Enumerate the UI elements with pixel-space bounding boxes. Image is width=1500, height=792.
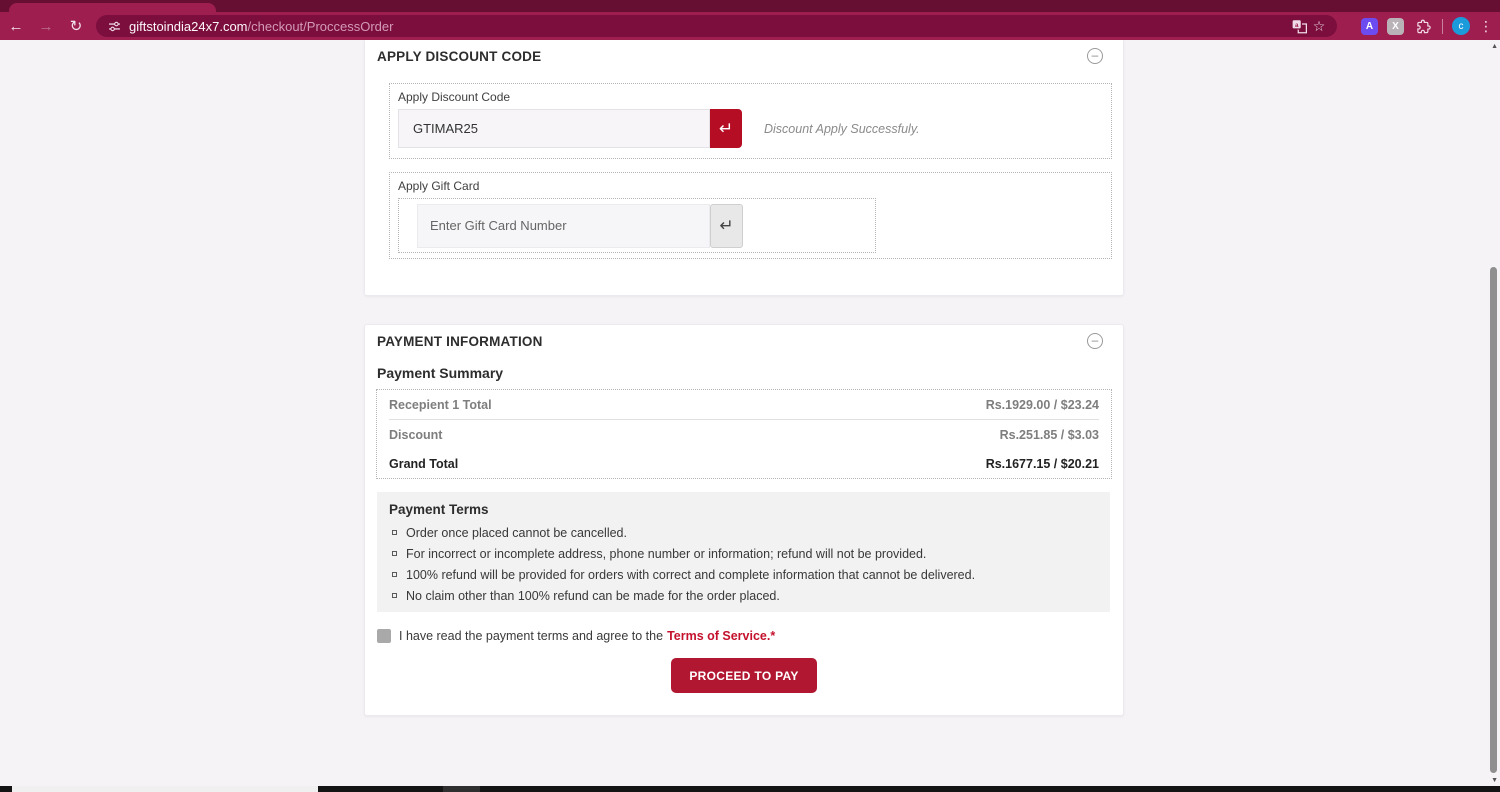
discount-section-title: APPLY DISCOUNT CODE [377,48,542,64]
payment-term: No claim other than 100% refund can be m… [389,589,1098,603]
summary-row-value: Rs.251.85 / $3.03 [999,428,1099,442]
square-bullet-icon [392,551,397,556]
vertical-scrollbar[interactable]: ▲ ▼ [1487,40,1500,786]
enter-arrow-icon: ↵ [718,118,734,138]
collapse-payment-icon[interactable]: – [1087,333,1103,349]
svg-text:a: a [1294,21,1298,28]
extension-a-icon[interactable]: A [1361,17,1378,35]
profile-avatar[interactable]: c [1452,17,1470,35]
scroll-up-icon[interactable]: ▲ [1491,43,1498,50]
browser-toolbar: ← → ↻ giftstoindia24x7.com/checkout/Proc… [0,12,1500,40]
summary-row-label: Discount [389,428,443,442]
gift-card-inner-box: ↵ [398,198,876,253]
translate-icon[interactable]: a [1289,16,1309,36]
summary-row: Recepient 1 Total Rs.1929.00 / $23.24 [389,390,1099,420]
site-info-icon[interactable] [105,17,123,35]
collapse-discount-icon[interactable]: – [1087,48,1103,64]
discount-code-label: Apply Discount Code [398,90,511,104]
payment-information-section: PAYMENT INFORMATION – Payment Summary Re… [364,324,1124,716]
terms-of-service-link[interactable]: Terms of Service.* [667,629,775,643]
apply-gift-card-button[interactable]: ↵ [710,203,743,248]
summary-row-value: Rs.1929.00 / $23.24 [985,397,1099,412]
url-bar[interactable]: giftstoindia24x7.com/checkout/ProccessOr… [96,15,1337,37]
square-bullet-icon [392,593,397,598]
scroll-down-icon[interactable]: ▼ [1491,777,1498,784]
agree-terms-text: I have read the payment terms and agree … [399,629,664,643]
extensions-puzzle-icon[interactable] [1413,16,1433,36]
square-bullet-icon [392,530,397,535]
agree-terms-checkbox[interactable] [377,629,391,643]
discount-code-box: Apply Discount Code ↵ Discount Apply Suc… [389,83,1112,159]
discount-success-message: Discount Apply Successfuly. [764,121,920,136]
browser-tab[interactable] [9,3,216,12]
gift-card-box: Apply Gift Card ↵ [389,172,1112,259]
browser-frame [0,0,1500,12]
payment-term: Order once placed cannot be cancelled. [389,526,1098,540]
proceed-to-pay-button[interactable]: PROCEED TO PAY [671,658,817,693]
payment-terms-title: Payment Terms [389,502,489,517]
enter-arrow-icon: ↵ [719,215,734,235]
agree-terms-row: I have read the payment terms and agree … [377,629,1123,643]
bookmark-star-icon[interactable]: ☆ [1309,16,1329,36]
extension-x-icon[interactable]: X [1387,17,1404,35]
gift-card-label: Apply Gift Card [398,179,480,193]
payment-summary-table: Recepient 1 Total Rs.1929.00 / $23.24 Di… [376,389,1112,479]
bottom-bar [0,786,1500,792]
payment-term: 100% refund will be provided for orders … [389,568,1098,582]
apply-discount-button[interactable]: ↵ [710,109,742,148]
checkout-page: APPLY DISCOUNT CODE – Apply Discount Cod… [0,40,1500,786]
summary-row: Discount Rs.251.85 / $3.03 [389,420,1099,450]
vertical-scrollbar-thumb[interactable] [1490,267,1497,773]
payment-section-title: PAYMENT INFORMATION [377,333,543,349]
back-button[interactable]: ← [6,16,26,36]
toolbar-divider [1442,18,1443,34]
bottom-bar-segment [443,786,480,792]
browser-menu-icon[interactable]: ⋮ [1479,18,1493,35]
summary-row-label: Recepient 1 Total [389,397,492,412]
url-text[interactable]: giftstoindia24x7.com/checkout/ProccessOr… [129,19,393,34]
summary-row-grand-total: Grand Total Rs.1677.15 / $20.21 [389,450,1099,478]
square-bullet-icon [392,572,397,577]
forward-button[interactable]: → [36,16,56,36]
discount-code-input[interactable] [398,109,710,148]
payment-summary-title: Payment Summary [377,365,504,381]
reload-button[interactable]: ↻ [66,16,86,36]
horizontal-scrollbar-thumb[interactable] [12,786,318,792]
summary-row-value: Rs.1677.15 / $20.21 [985,457,1099,471]
apply-discount-section: APPLY DISCOUNT CODE – Apply Discount Cod… [364,40,1124,296]
payment-terms-box: Payment Terms Order once placed cannot b… [377,492,1110,612]
payment-term: For incorrect or incomplete address, pho… [389,547,1098,561]
summary-row-label: Grand Total [389,457,459,471]
gift-card-input[interactable] [417,203,710,248]
